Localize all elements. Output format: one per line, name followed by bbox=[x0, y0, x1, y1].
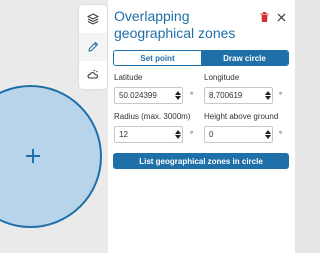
pencil-icon bbox=[88, 41, 99, 52]
height-stepper[interactable] bbox=[263, 130, 272, 139]
drawn-circle[interactable] bbox=[0, 85, 102, 228]
close-button[interactable] bbox=[274, 10, 288, 24]
delete-button[interactable] bbox=[258, 10, 270, 24]
height-unit: ° bbox=[279, 130, 283, 139]
radius-unit: ° bbox=[190, 130, 194, 139]
crosshair-icon bbox=[26, 149, 40, 163]
caret-up-icon bbox=[174, 130, 181, 134]
caret-up-icon bbox=[264, 130, 271, 134]
latitude-value: 50.024399 bbox=[119, 91, 157, 100]
tab-set-point[interactable]: Set point bbox=[114, 51, 201, 65]
latitude-unit: ° bbox=[190, 91, 194, 100]
caret-down-icon bbox=[174, 135, 181, 139]
longitude-unit: ° bbox=[279, 91, 283, 100]
radius-label: Radius (max. 3000m) bbox=[114, 112, 191, 121]
tab-draw-circle[interactable]: Draw circle bbox=[201, 51, 288, 65]
latitude-stepper[interactable] bbox=[173, 91, 182, 100]
caret-down-icon bbox=[174, 96, 181, 100]
caret-down-icon bbox=[264, 96, 271, 100]
latitude-label: Latitude bbox=[114, 73, 143, 82]
list-zones-button[interactable]: List geographical zones in circle bbox=[113, 153, 289, 169]
panel-title: Overlapping geographical zones bbox=[114, 8, 236, 41]
longitude-field[interactable]: 8.700619 bbox=[204, 87, 273, 104]
draw-button[interactable] bbox=[79, 33, 107, 61]
height-value: 0 bbox=[209, 130, 214, 139]
weather-icon bbox=[87, 69, 99, 79]
trash-icon bbox=[260, 12, 268, 22]
radius-field[interactable]: 12 bbox=[114, 126, 183, 143]
height-field[interactable]: 0 bbox=[204, 126, 273, 143]
caret-up-icon bbox=[264, 91, 271, 95]
radius-value: 12 bbox=[119, 130, 128, 139]
layers-icon bbox=[87, 13, 99, 25]
caret-down-icon bbox=[264, 135, 271, 139]
layers-button[interactable] bbox=[79, 5, 107, 33]
caret-up-icon bbox=[174, 91, 181, 95]
longitude-stepper[interactable] bbox=[263, 91, 272, 100]
longitude-value: 8.700619 bbox=[209, 91, 243, 100]
latitude-field[interactable]: 50.024399 bbox=[114, 87, 183, 104]
longitude-label: Longitude bbox=[204, 73, 240, 82]
toolstrip bbox=[79, 5, 107, 89]
zones-panel: Overlapping geographical zones Set point… bbox=[108, 0, 295, 253]
height-label: Height above ground bbox=[204, 112, 279, 121]
weather-button[interactable] bbox=[79, 61, 107, 89]
mode-toggle: Set point Draw circle bbox=[113, 50, 289, 66]
close-icon bbox=[277, 13, 285, 21]
radius-stepper[interactable] bbox=[173, 130, 182, 139]
